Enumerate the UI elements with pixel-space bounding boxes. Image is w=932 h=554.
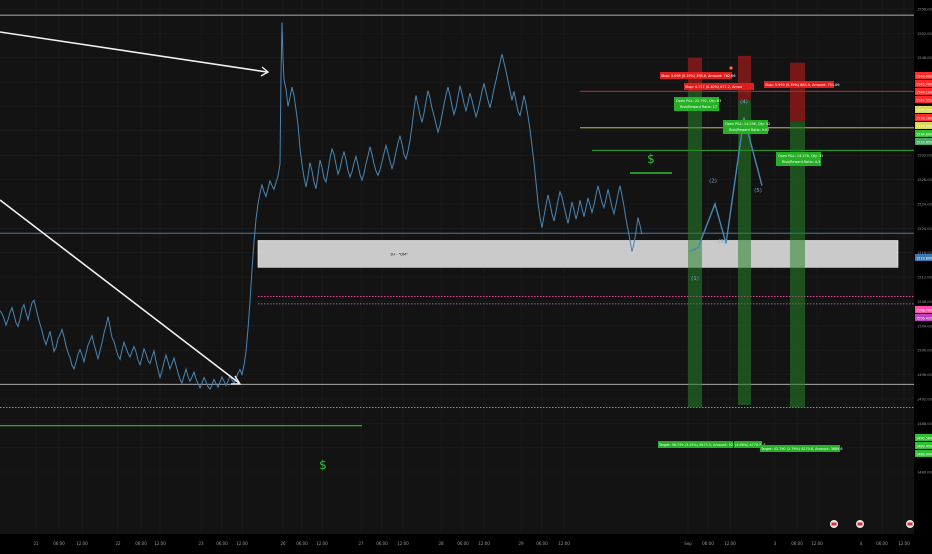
y-tick-label: 1504.000 (917, 324, 932, 328)
x-tick-label: 12:00 (558, 541, 570, 546)
x-tick-label: 12:00 (397, 541, 409, 546)
risk-reward-text: Risk/Reward Ratio: 9.92 (729, 128, 769, 132)
y-tick-label: 1512.000 (917, 276, 932, 280)
x-tick-label: 23 (198, 541, 204, 546)
x-tick-label: 06:00 (53, 541, 65, 546)
x-tick-label: 06:00 (457, 541, 469, 546)
open-pnl-text: Open P&L: 22.792, Qty: 83 (676, 99, 721, 103)
dollar-marker: $ (647, 152, 655, 166)
stop-label: Stop: 5.993 (0.39%) 883.5, Amount: 751.8… (765, 83, 839, 87)
y-tick-label: 1532.000 (917, 154, 932, 158)
x-tick-label: 29 (518, 541, 524, 546)
y-tick-label: 1520.000 (917, 227, 932, 231)
price-tag-label: 1540.223 (916, 109, 932, 113)
alert-icon[interactable] (729, 66, 733, 70)
y-tick-label: 1492.000 (917, 397, 932, 401)
dollar-marker: $ (319, 458, 327, 472)
x-tick-label: 12:00 (316, 541, 328, 546)
stop-zone (790, 62, 805, 122)
x-tick-label: 26 (280, 541, 286, 546)
price-tag-label: 1489.450 (916, 445, 932, 449)
price-tag-label: 1506.420 (916, 317, 932, 321)
target-label: Target: 56.759 (3.25%) 5675.5, Amount: 5… (658, 443, 741, 447)
y-tick-label: 1556.000 (917, 8, 932, 12)
x-tick-label: 12:00 (898, 541, 910, 546)
stop-zone (738, 55, 751, 101)
wave-label: (2) (709, 179, 717, 185)
x-tick-label: 22 (115, 541, 121, 546)
wave-label: (1) (691, 276, 699, 282)
event-icon-flag (831, 522, 837, 526)
x-tick-label: 12:00 (811, 541, 823, 546)
x-tick-label: 06:00 (876, 541, 888, 546)
y-tick-label: 1496.000 (917, 373, 932, 377)
price-tag-label: 1545.795 (916, 83, 932, 87)
x-tick-label: 12:00 (236, 541, 248, 546)
y-tick-label: 1524.000 (917, 202, 932, 206)
demand-zone-label: 1H - "DM" (390, 252, 408, 256)
price-tag-label: 1542.552 (916, 99, 932, 103)
x-tick-label: 21 (33, 541, 39, 546)
x-tick-label: 06:00 (296, 541, 308, 546)
price-tag-label: 1508.790 (916, 309, 932, 313)
x-tick-label: 27 (358, 541, 364, 546)
y-tick-label: 1480.000 (917, 471, 932, 475)
x-tick-label: 06:00 (536, 541, 548, 546)
x-tick-label: 12:00 (724, 541, 736, 546)
stop-label: Stop: 4.717 (0.30%) 677.2, Amou (685, 85, 742, 89)
y-tick-label: 1500.000 (917, 349, 932, 353)
y-tick-label: 1528.000 (917, 178, 932, 182)
x-tick-label: 06:00 (135, 541, 147, 546)
x-tick-label: 06:00 (216, 541, 228, 546)
x-tick-label: 06:00 (791, 541, 803, 546)
wave-label: (3) (718, 239, 726, 245)
price-tag-label: 1548.000 (916, 75, 932, 79)
chart-stage: 1H - "DM" (1) (2) (3) (4) (5) $ $ Stop: 3.098 (… (0, 0, 932, 550)
x-tick-label: 06:00 (376, 541, 388, 546)
x-tick-label: 06:00 (702, 541, 714, 546)
x-tick-label: 12:00 (76, 541, 88, 546)
wave-label: (4) (740, 99, 748, 105)
price-tag-label: 1533.650 (916, 141, 932, 145)
risk-reward-text: Risk/Reward Ratio: 4.3 (782, 160, 820, 164)
x-tick-label: 4 (860, 541, 863, 546)
risk-reward-text: Risk/Reward Ratio: 17 (680, 105, 717, 109)
x-tick-label: Sep (684, 541, 692, 546)
price-tag-label: 1488.004 (916, 453, 932, 457)
event-icon-flag (857, 522, 863, 526)
event-icon-flag (907, 522, 913, 526)
y-tick-label: 1548.000 (917, 56, 932, 60)
price-tag-label: 1519.800 (916, 257, 932, 261)
x-tick-label: 3 (774, 541, 777, 546)
y-tick-label: 1488.000 (917, 422, 932, 426)
x-tick-label: 12:00 (478, 541, 490, 546)
price-tag-label: 1536.000 (916, 125, 932, 129)
price-tag-label: 1538.289 (916, 117, 932, 121)
price-chart[interactable]: 1H - "DM" (1) (2) (3) (4) (5) $ $ Stop: 3.098 (… (0, 0, 932, 550)
price-tag-label: 1544.124 (916, 91, 932, 95)
stop-label: Stop: 3.098 (0.19%) 398.6, Amount: 762.6… (661, 74, 735, 78)
wave-label: (5) (754, 188, 762, 194)
x-tick-label: 12:00 (154, 541, 166, 546)
y-tick-label: 1508.000 (917, 300, 932, 304)
target-label: Target: 42.790 (2.79%) 4270.8, Amount: 3… (760, 447, 843, 451)
price-tag-label: 1490.564 (916, 437, 932, 441)
y-tick-label: 1552.000 (917, 32, 932, 36)
open-pnl-text: Open P&L: 14.276, Qty: 35 (778, 154, 823, 158)
price-tag-label: 1534.800 (916, 133, 932, 137)
x-tick-label: 28 (438, 541, 444, 546)
open-pnl-text: Open P&L: 14.236, Qty: 52 (725, 122, 770, 126)
